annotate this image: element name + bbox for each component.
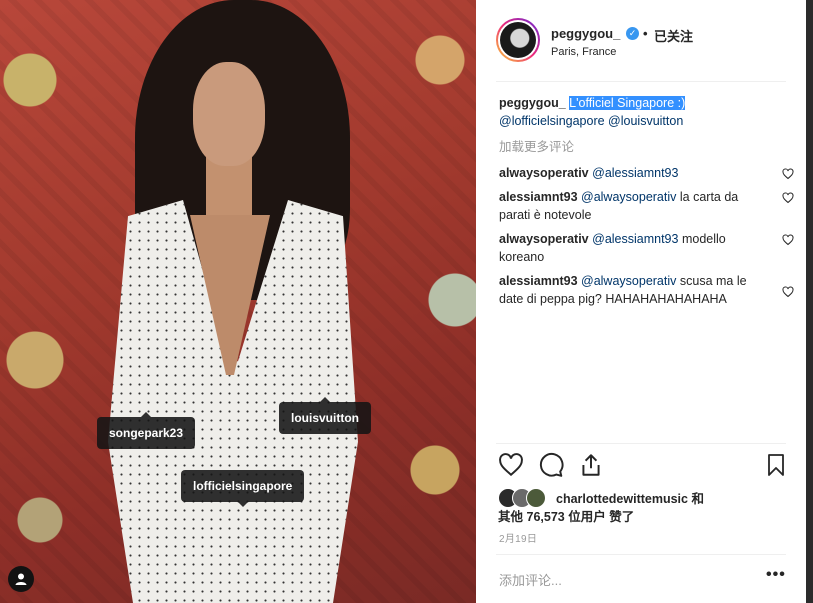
separator-dot: • (643, 26, 648, 41)
header-username[interactable]: peggygou_ (551, 26, 620, 41)
post-date[interactable]: 2月19日 (499, 530, 537, 545)
comment-mention[interactable]: @alwaysoperativ (581, 190, 676, 204)
user-tag-icon[interactable] (8, 566, 34, 592)
comment-heart-icon[interactable] (782, 286, 794, 298)
post-actions (498, 452, 788, 482)
caption-mentions[interactable]: @lofficielsingapore @louisvuitton (499, 114, 683, 128)
photo-tag-lofficielsingapore[interactable]: lofficielsingapore (181, 470, 305, 507)
share-icon[interactable] (578, 452, 604, 478)
header-divider (496, 81, 786, 82)
comment-heart-icon[interactable] (782, 234, 794, 246)
comment-mention[interactable]: @alwaysoperativ (581, 274, 676, 288)
post-photo[interactable]: songepark23 louisvuitton lofficielsingap… (0, 0, 476, 603)
actions-divider (496, 443, 786, 444)
likes-count-link[interactable]: 其他 76,573 位用户 赞了 (498, 506, 634, 525)
photo-face (193, 62, 265, 166)
photo-tag-label: lofficielsingapore (193, 479, 293, 493)
caption: peggygou_ L'officiel Singapore :) @loffi… (499, 94, 789, 130)
photo-tag-songepark23[interactable]: songepark23 (97, 412, 196, 449)
comment-item: alessiamnt93 @alwaysoperativ la carta da… (499, 188, 794, 224)
photo-tag-label: louisvuitton (291, 411, 359, 425)
post-header: peggygou_ ✓ • 已关注 Paris, France (476, 0, 806, 80)
page-scrollbar[interactable] (806, 0, 813, 603)
comment-username[interactable]: alessiamnt93 (499, 274, 578, 288)
photo-tag-louisvuitton[interactable]: louisvuitton (279, 397, 371, 434)
caption-text-selected: L'officiel Singapore :) (569, 96, 686, 110)
caption-username[interactable]: peggygou_ (499, 96, 566, 110)
comment-item: alessiamnt93 @alwaysoperativ scusa ma le… (499, 272, 794, 308)
photo-tag-label: songepark23 (109, 426, 184, 440)
comment-heart-icon[interactable] (782, 192, 794, 204)
likes-and: 和 (691, 492, 704, 506)
comment-mention[interactable]: @alessiamnt93 (592, 232, 678, 246)
load-more-comments[interactable]: 加载更多评论 (499, 138, 789, 156)
verified-badge-icon: ✓ (626, 27, 639, 40)
likes-summary: charlottedewittemusic 和 其他 76,573 位用户 赞了 (498, 486, 788, 526)
comment-item: alwaysoperativ @alessiamnt93 (499, 164, 794, 182)
comment-username[interactable]: alwaysoperativ (499, 166, 589, 180)
heart-icon[interactable] (498, 452, 524, 478)
likes-count: 76,573 (526, 510, 565, 524)
add-comment-input[interactable]: 添加评论... (499, 570, 562, 589)
first-liker-link[interactable]: charlottedewittemusic (556, 492, 688, 506)
post-sidebar: peggygou_ ✓ • 已关注 Paris, France peggygou… (476, 0, 806, 603)
liker-avatar (526, 488, 546, 508)
comment-item: alwaysoperativ @alessiamnt93 modello kor… (499, 230, 794, 266)
comment-divider (496, 554, 786, 555)
comment-username[interactable]: alessiamnt93 (499, 190, 578, 204)
avatar[interactable] (496, 18, 540, 62)
comment-text[interactable]: @alessiamnt93 (592, 166, 678, 180)
location-link[interactable]: Paris, France (551, 46, 616, 58)
following-button[interactable]: 已关注 (654, 26, 693, 45)
bookmark-icon[interactable] (764, 452, 788, 478)
comment-heart-icon[interactable] (782, 168, 794, 180)
liker-avatars[interactable] (498, 488, 550, 508)
comment-icon[interactable] (538, 452, 564, 478)
more-options-button[interactable]: ••• (766, 566, 786, 584)
comments-section: peggygou_ L'officiel Singapore :) @loffi… (499, 94, 794, 314)
comment-username[interactable]: alwaysoperativ (499, 232, 589, 246)
